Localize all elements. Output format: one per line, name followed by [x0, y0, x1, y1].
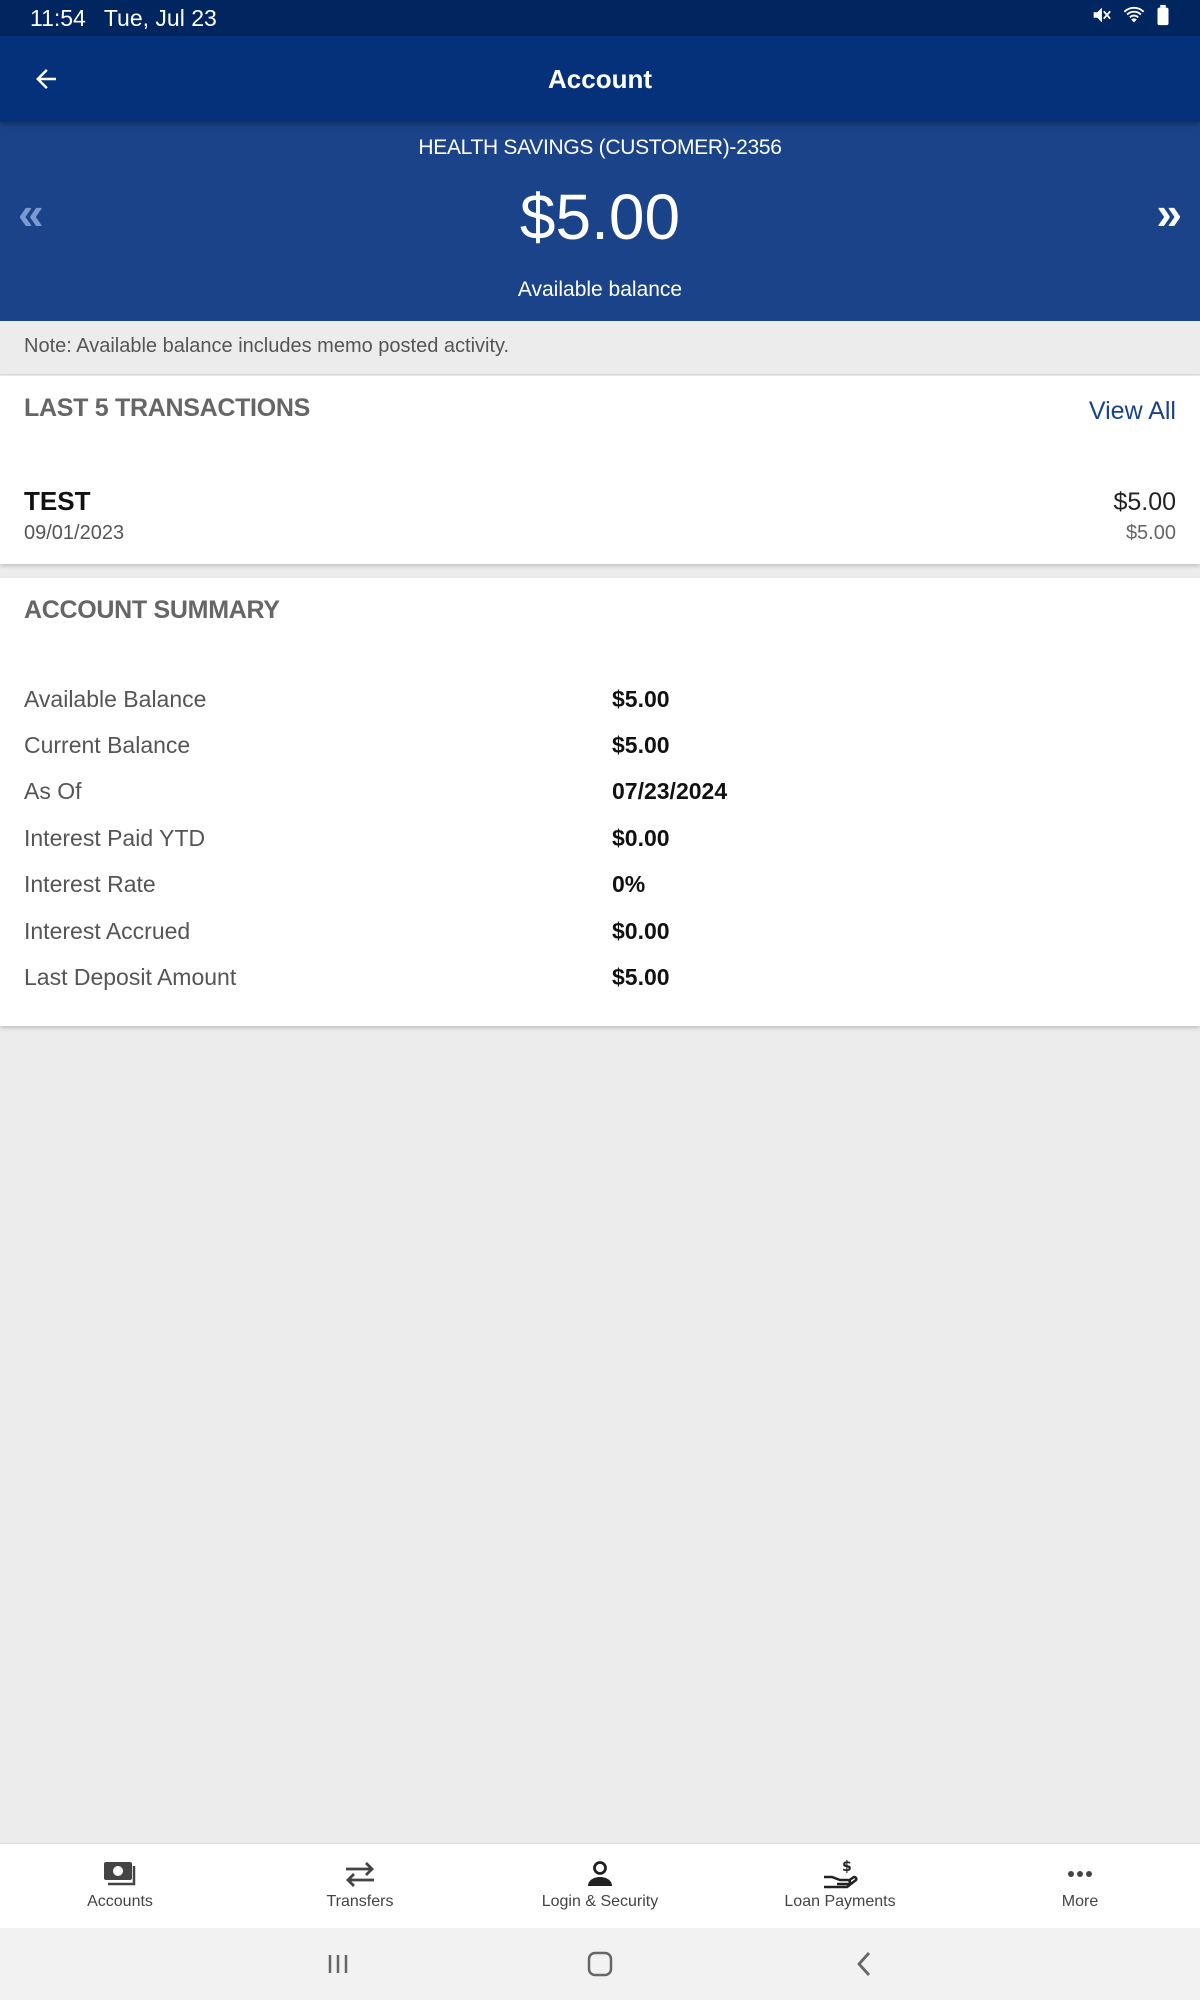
balance-note: Note: Available balance includes memo po…	[0, 321, 1200, 375]
nav-item-accounts[interactable]: Accounts	[0, 1844, 240, 1928]
summary-row-last-deposit-amount: Last Deposit Amount $5.00	[24, 964, 1174, 1004]
summary-label: Available Balance	[24, 686, 207, 712]
summary-row-interest-accrued: Interest Accrued $0.00	[24, 918, 1174, 958]
user-icon	[588, 1861, 612, 1886]
transaction-balance: $5.00	[1125, 522, 1176, 544]
loan-payment-icon: $	[824, 1859, 858, 1889]
recent-apps-icon	[328, 1955, 348, 1973]
arrow-left-icon	[36, 69, 56, 89]
summary-row-interest-rate: Interest Rate 0%	[24, 871, 1174, 911]
nav-item-loan-payments[interactable]: $ Loan Payments	[720, 1844, 960, 1928]
back-button[interactable]	[22, 55, 70, 103]
summary-value: $0.00	[612, 825, 670, 851]
mute-icon	[1090, 4, 1112, 32]
app-bar: Account	[0, 36, 1200, 122]
nav-label: Transfers	[326, 1893, 394, 1910]
nav-item-transfers[interactable]: Transfers	[240, 1844, 480, 1928]
home-icon	[587, 1951, 613, 1977]
page-title: Account	[548, 63, 652, 94]
nav-item-more[interactable]: More	[960, 1844, 1200, 1928]
more-icon	[1068, 1871, 1092, 1877]
recent-apps-button[interactable]	[318, 1946, 358, 1982]
home-button[interactable]	[580, 1946, 620, 1982]
balance-header: HEALTH SAVINGS (CUSTOMER)-2356 « $5.00 »…	[0, 122, 1200, 321]
status-bar: 11:54 Tue, Jul 23	[0, 0, 1200, 36]
battery-icon	[1156, 4, 1170, 32]
accounts-icon	[104, 1862, 136, 1886]
available-balance-amount: $5.00	[519, 181, 681, 253]
bottom-nav: Accounts Transfers Login & Security $ Lo…	[0, 1843, 1200, 1928]
summary-row-available-balance: Available Balance $5.00	[24, 686, 1174, 726]
summary-row-interest-paid-ytd: Interest Paid YTD $0.00	[24, 825, 1174, 865]
status-icons	[1090, 4, 1170, 32]
transaction-amount: $5.00	[1113, 488, 1176, 516]
next-account-button[interactable]: »	[1156, 190, 1182, 236]
transaction-date: 09/01/2023	[24, 522, 125, 544]
summary-label: Interest Rate	[24, 871, 156, 897]
system-back-button[interactable]	[844, 1946, 884, 1982]
transaction-name: TEST	[24, 486, 91, 516]
summary-label: As Of	[24, 778, 82, 804]
wifi-icon	[1122, 4, 1146, 32]
summary-label: Last Deposit Amount	[24, 964, 237, 990]
nav-label: Loan Payments	[784, 1893, 896, 1910]
available-balance-label: Available balance	[517, 278, 683, 301]
summary-label: Interest Paid YTD	[24, 825, 206, 851]
view-all-link[interactable]: View All	[1089, 397, 1176, 426]
status-time: 11:54	[30, 4, 86, 31]
nav-label: More	[1061, 1893, 1099, 1910]
transactions-card: LAST 5 TRANSACTIONS View All TEST 09/01/…	[0, 376, 1200, 564]
system-nav-bar	[0, 1928, 1200, 2000]
summary-label: Interest Accrued	[24, 918, 191, 944]
transactions-title: LAST 5 TRANSACTIONS	[24, 394, 310, 422]
summary-value: 07/23/2024	[612, 778, 728, 804]
account-name: HEALTH SAVINGS (CUSTOMER)-2356	[418, 136, 782, 159]
summary-value: $0.00	[612, 918, 670, 944]
summary-value: $5.00	[612, 686, 670, 712]
summary-row-current-balance: Current Balance $5.00	[24, 732, 1174, 772]
nav-label: Login & Security	[541, 1893, 659, 1910]
summary-value: $5.00	[612, 732, 670, 758]
summary-row-as-of: As Of 07/23/2024	[24, 778, 1174, 818]
nav-label: Accounts	[87, 1893, 153, 1910]
svg-text:$: $	[842, 1859, 852, 1875]
account-summary-card: ACCOUNT SUMMARY Available Balance $5.00 …	[0, 578, 1200, 1026]
chevron-left-icon	[857, 1952, 871, 1976]
summary-label: Current Balance	[24, 732, 191, 758]
nav-item-login-security[interactable]: Login & Security	[480, 1844, 720, 1928]
transfers-icon	[346, 1862, 374, 1887]
summary-value: 0%	[612, 871, 646, 897]
status-date: Tue, Jul 23	[103, 4, 217, 31]
summary-value: $5.00	[612, 964, 670, 990]
summary-title: ACCOUNT SUMMARY	[24, 596, 280, 624]
